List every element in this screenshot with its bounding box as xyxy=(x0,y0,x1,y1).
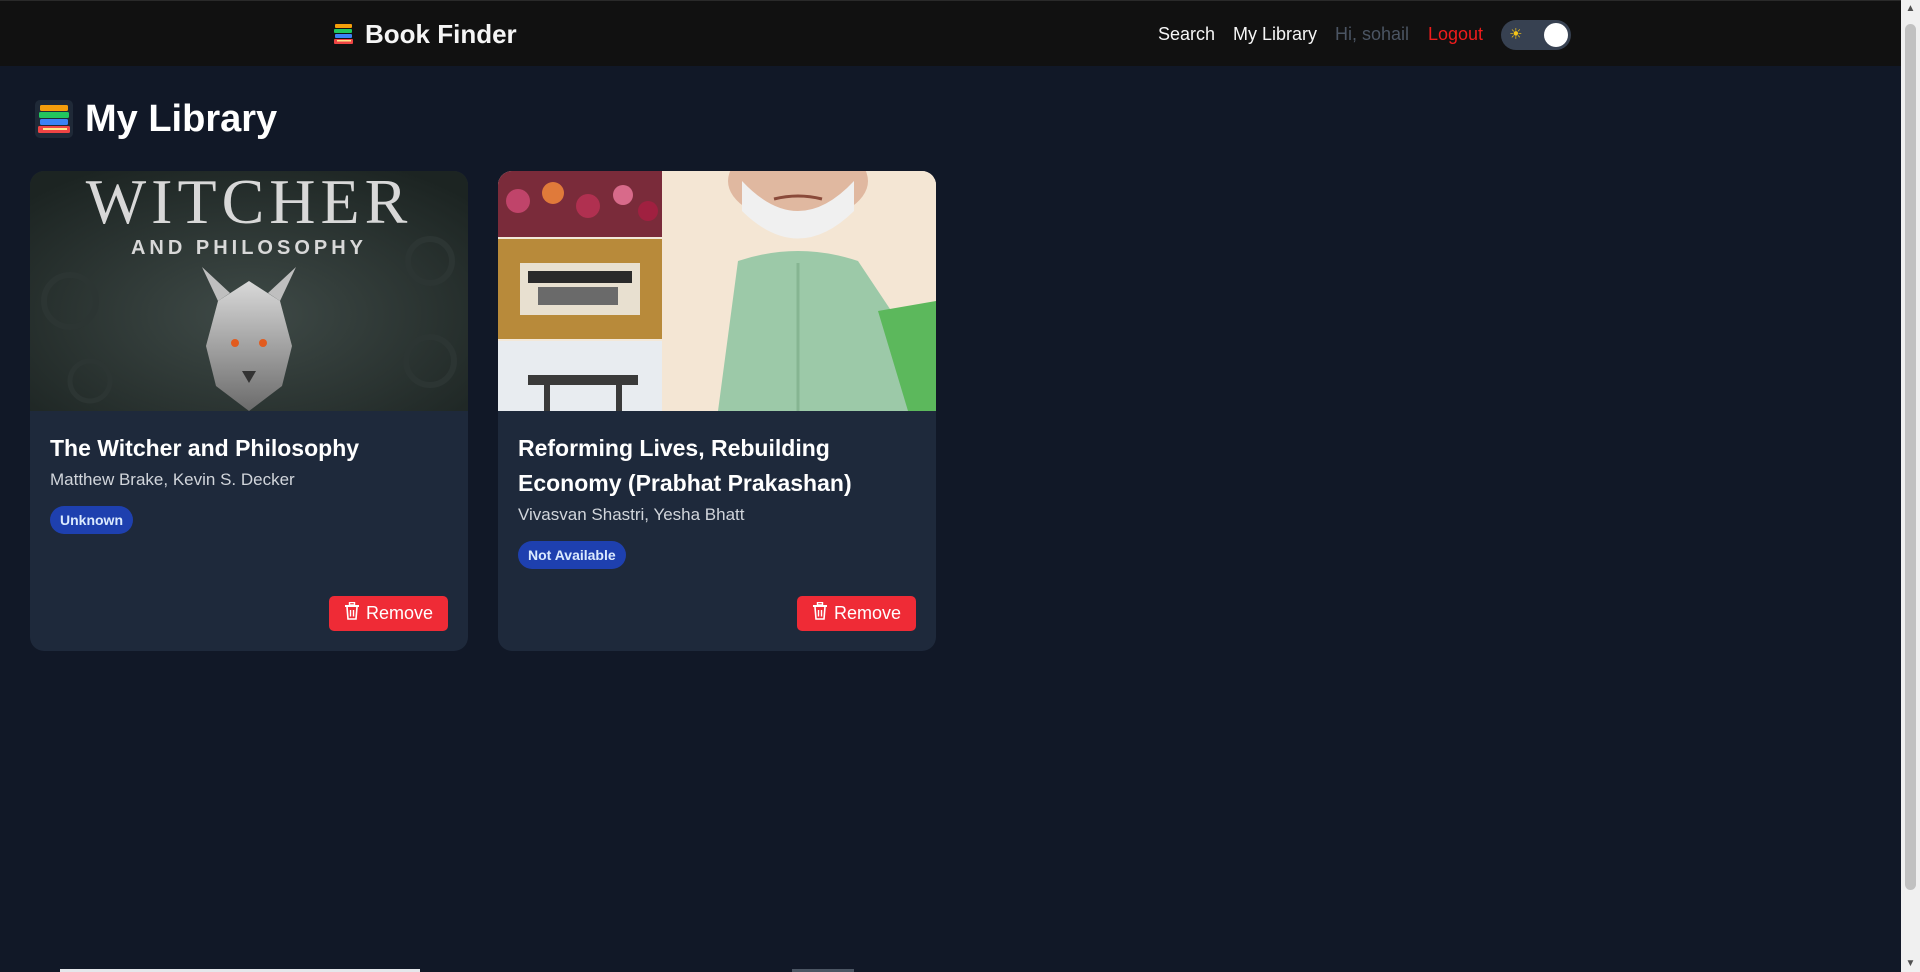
book-cover-image[interactable] xyxy=(498,171,936,411)
toggle-knob xyxy=(1544,23,1568,47)
user-greeting: Hi, sohail xyxy=(1335,23,1410,44)
book-authors: Vivasvan Shastri, Yesha Bhatt xyxy=(518,505,745,524)
cover-title-line1: WITCHER xyxy=(85,171,413,237)
scroll-up-arrow-icon[interactable]: ▲ xyxy=(1901,0,1920,17)
book-card: Reforming Lives, Rebuilding Economy (Pra… xyxy=(498,171,936,651)
book-authors: Matthew Brake, Kevin S. Decker xyxy=(50,470,295,489)
brand-name: Book Finder xyxy=(365,18,517,49)
scroll-down-arrow-icon[interactable]: ▼ xyxy=(1901,955,1920,972)
nav-greeting-container: Hi, sohail xyxy=(1335,23,1409,45)
trash-icon xyxy=(812,601,828,625)
remove-button-label: Remove xyxy=(833,603,901,623)
book-card: WITCHER AND PHILOSOPHY The Witcher and P… xyxy=(30,171,468,651)
remove-button[interactable]: Remove xyxy=(796,596,916,631)
nav-link-search[interactable]: Search xyxy=(1158,24,1215,45)
availability-badge: Not Available xyxy=(518,541,626,569)
book-card-body: Reforming Lives, Rebuilding Economy (Pra… xyxy=(518,431,916,569)
books-icon xyxy=(333,23,355,45)
remove-button[interactable]: Remove xyxy=(328,596,448,631)
sun-icon: ☀ xyxy=(1509,26,1523,43)
book-title: Reforming Lives, Rebuilding Economy (Pra… xyxy=(518,435,852,496)
book-title: The Witcher and Philosophy xyxy=(50,435,360,461)
page-title: My Library xyxy=(35,97,277,141)
cover-title-line2: AND PHILOSOPHY xyxy=(130,237,368,259)
book-cover-image[interactable]: WITCHER AND PHILOSOPHY xyxy=(30,171,468,411)
top-navbar: Book Finder Search My Library Hi, sohail… xyxy=(0,0,1901,66)
availability-badge: Unknown xyxy=(50,506,133,534)
theme-toggle[interactable]: ☀ xyxy=(1501,20,1571,50)
brand[interactable]: Book Finder xyxy=(333,18,517,50)
books-icon xyxy=(35,100,73,138)
scrollbar-thumb[interactable] xyxy=(1905,24,1916,890)
remove-button-label: Remove xyxy=(365,603,433,623)
logout-link[interactable]: Logout xyxy=(1428,24,1483,45)
nav-search-container: Search xyxy=(1158,23,1215,45)
book-card-body: The Witcher and Philosophy Matthew Brake… xyxy=(50,431,448,534)
nav-library-container: My Library xyxy=(1233,23,1317,45)
nav-link-my-library[interactable]: My Library xyxy=(1233,24,1317,45)
trash-icon xyxy=(344,601,360,625)
nav-logout-container: Logout xyxy=(1428,23,1483,45)
vertical-scrollbar[interactable]: ▲ ▼ xyxy=(1901,0,1920,972)
page-title-text: My Library xyxy=(85,97,278,140)
